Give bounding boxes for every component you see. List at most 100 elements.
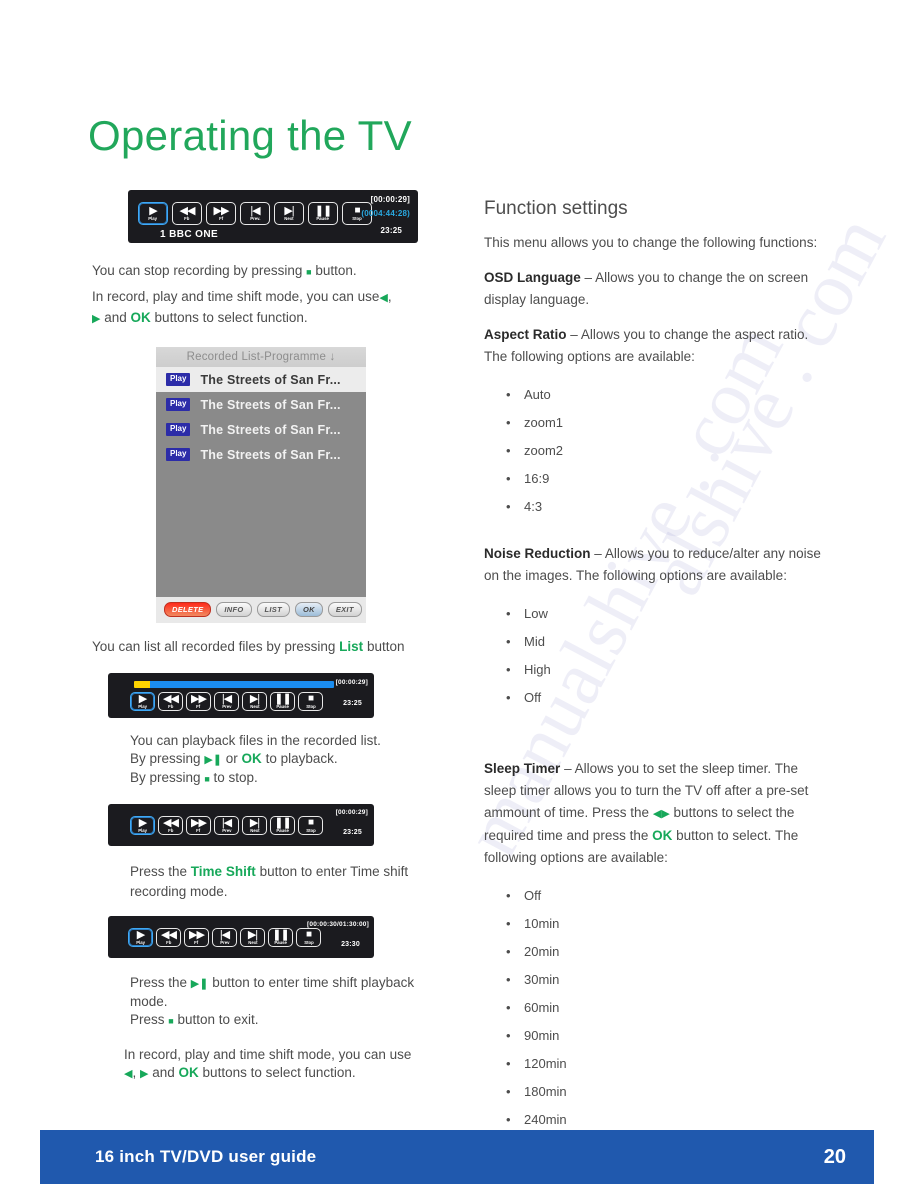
fast-forward-button[interactable]: ▶▶ Ff <box>184 928 209 947</box>
previous-track-icon: |◀ <box>221 816 232 829</box>
play-button[interactable]: ▶ Play <box>138 202 168 225</box>
list-keyword: List <box>339 639 364 654</box>
left-column: ▶ Play ◀◀ Fb ▶▶ Ff |◀ Prev. ▶| Next ❚❚ P… <box>92 190 442 1083</box>
rewind-button[interactable]: ◀◀ Fb <box>158 692 183 711</box>
recorded-list-item[interactable]: Play The Streets of San Fr... <box>156 392 366 417</box>
play-pause-icon: ▶❚ <box>190 978 209 990</box>
fast-forward-button[interactable]: ▶▶ Ff <box>206 202 236 225</box>
previous-button-label: Prev. <box>249 215 261 221</box>
stop-recording-text-before: You can stop recording by pressing <box>92 263 303 278</box>
fast-forward-button-label: Ff <box>194 939 199 945</box>
clock-time: 23:25 <box>343 829 362 836</box>
channel-label: 1 BBC ONE <box>160 229 219 240</box>
stop-button-label: Stop <box>303 939 314 945</box>
list-item: Mid <box>502 628 832 656</box>
player-control-bar-3[interactable]: ▶ Play ◀◀ Fb ▶▶ Ff |◀ Prev ▶| Next ❚❚ Pa… <box>108 804 374 846</box>
next-button-label: Next <box>249 703 260 709</box>
rewind-button[interactable]: ◀◀ Fb <box>172 202 202 225</box>
transport-buttons-4: ▶ Play ◀◀ Fb ▶▶ Ff |◀ Prev ▶| Next ❚❚ Pa… <box>128 928 321 947</box>
list-item: High <box>502 656 832 684</box>
previous-button[interactable]: |◀ Prev <box>212 928 237 947</box>
recording-title: The Streets of San Fr... <box>200 372 341 387</box>
next-button[interactable]: ▶| Next <box>240 928 265 947</box>
paragraph-timeshift-playback: Press the ▶❚ button to enter time shift … <box>130 974 442 1030</box>
list-files-text-after: button <box>366 639 405 654</box>
next-button-label: Next <box>247 939 258 945</box>
previous-button[interactable]: |◀ Prev. <box>240 202 270 225</box>
stop-button[interactable]: ■ Stop <box>298 692 323 711</box>
play-button[interactable]: ▶ Play <box>130 816 155 835</box>
noise-reduction-dash: – <box>594 546 602 561</box>
recorded-list-item[interactable]: Play The Streets of San Fr... <box>156 367 366 392</box>
transport-buttons-3: ▶ Play ◀◀ Fb ▶▶ Ff |◀ Prev ▶| Next ❚❚ Pa… <box>130 816 323 835</box>
recording-title: The Streets of San Fr... <box>200 397 341 412</box>
pause-button[interactable]: ❚❚ Pause <box>268 928 293 947</box>
stop-button[interactable]: ■ Stop <box>298 816 323 835</box>
osd-language-dash: – <box>584 270 593 285</box>
play-badge: Play <box>166 373 191 386</box>
list-button[interactable]: LIST <box>256 602 290 617</box>
sleep-timer-options: Off 10min 20min 30min 60min 90min 120min… <box>484 882 832 1134</box>
next-button[interactable]: ▶| Next <box>242 816 267 835</box>
recorded-list-empty-area <box>156 467 366 597</box>
stop-button-label: Stop <box>352 215 362 221</box>
fast-forward-icon: ▶▶ <box>189 928 205 941</box>
recorded-list-panel[interactable]: Recorded List-Programme ↓ Play The Stree… <box>156 347 366 623</box>
page-footer: 16 inch TV/DVD user guide 20 <box>40 1130 874 1184</box>
player-control-bar-1[interactable]: ▶ Play ◀◀ Fb ▶▶ Ff |◀ Prev. ▶| Next ❚❚ P… <box>128 190 418 243</box>
fast-forward-button[interactable]: ▶▶ Ff <box>186 816 211 835</box>
play-icon: ▶ <box>149 204 158 217</box>
player-control-bar-2[interactable]: ▶ Play ◀◀ Fb ▶▶ Ff |◀ Prev ▶| Next ❚❚ Pa… <box>108 673 374 718</box>
stop-recording-text-after: button. <box>315 263 357 278</box>
delete-button[interactable]: DELETE <box>164 602 212 617</box>
next-button[interactable]: ▶| Next <box>274 202 304 225</box>
ok-button[interactable]: OK <box>294 602 323 617</box>
paragraph-stop-recording: You can stop recording by pressing ■ but… <box>92 261 442 282</box>
ok-keyword: OK <box>130 310 151 325</box>
rewind-button[interactable]: ◀◀ Fb <box>158 816 183 835</box>
exit-button[interactable]: EXIT <box>327 602 362 617</box>
mode-select2-before: In record, play and time shift mode, you… <box>124 1047 412 1062</box>
recorded-list-item[interactable]: Play The Streets of San Fr... <box>156 417 366 442</box>
player-control-bar-4[interactable]: ▶ Play ◀◀ Fb ▶▶ Ff |◀ Prev ▶| Next ❚❚ Pa… <box>108 916 374 958</box>
list-item: 20min <box>502 938 832 966</box>
list-item: Off <box>502 882 832 910</box>
rewind-icon: ◀◀ <box>163 692 179 705</box>
pause-button-label: Pause <box>274 939 287 945</box>
playback-progress-bar[interactable] <box>134 681 334 688</box>
next-track-icon: ▶| <box>247 928 258 941</box>
next-button[interactable]: ▶| Next <box>242 692 267 711</box>
list-item: 90min <box>502 1022 832 1050</box>
play-button[interactable]: ▶ Play <box>128 928 153 947</box>
stop-square-icon: ■ <box>204 774 210 784</box>
document-page: manualshive . com alshive . com Operatin… <box>0 0 914 1186</box>
osd-language-label: OSD Language <box>484 270 581 285</box>
pause-icon: ❚❚ <box>314 204 332 217</box>
sleep-timer-label: Sleep Timer <box>484 761 561 776</box>
previous-button-label: Prev <box>221 703 232 709</box>
pause-icon: ❚❚ <box>272 928 289 941</box>
left-arrow-icon: ◀ <box>379 292 388 304</box>
pause-button[interactable]: ❚❚ Pause <box>308 202 338 225</box>
noise-reduction-description: Noise Reduction – Allows you to reduce/a… <box>484 543 832 587</box>
recorded-list-item[interactable]: Play The Streets of San Fr... <box>156 442 366 467</box>
recorded-list-controls: DELETE INFO LIST OK EXIT <box>156 597 366 623</box>
list-item: Off <box>502 684 832 712</box>
mode-select-comma: , <box>387 289 392 304</box>
timeshift-playback-before: Press the <box>130 975 188 990</box>
pause-button[interactable]: ❚❚ Pause <box>270 816 295 835</box>
previous-button[interactable]: |◀ Prev <box>214 692 239 711</box>
noise-reduction-label: Noise Reduction <box>484 546 591 561</box>
play-button[interactable]: ▶ Play <box>130 692 155 711</box>
info-button[interactable]: INFO <box>216 602 252 617</box>
previous-button[interactable]: |◀ Prev <box>214 816 239 835</box>
rewind-button[interactable]: ◀◀ Fb <box>156 928 181 947</box>
section-title-function-settings: Function settings <box>484 198 628 219</box>
fast-forward-button[interactable]: ▶▶ Ff <box>186 692 211 711</box>
stop-button[interactable]: ■ Stop <box>296 928 321 947</box>
previous-button-label: Prev <box>221 827 232 833</box>
next-button-label: Next <box>249 827 260 833</box>
pause-button[interactable]: ❚❚ Pause <box>270 692 295 711</box>
mode-select-text-after: buttons to select function. <box>154 310 308 325</box>
play-icon: ▶ <box>138 692 148 705</box>
